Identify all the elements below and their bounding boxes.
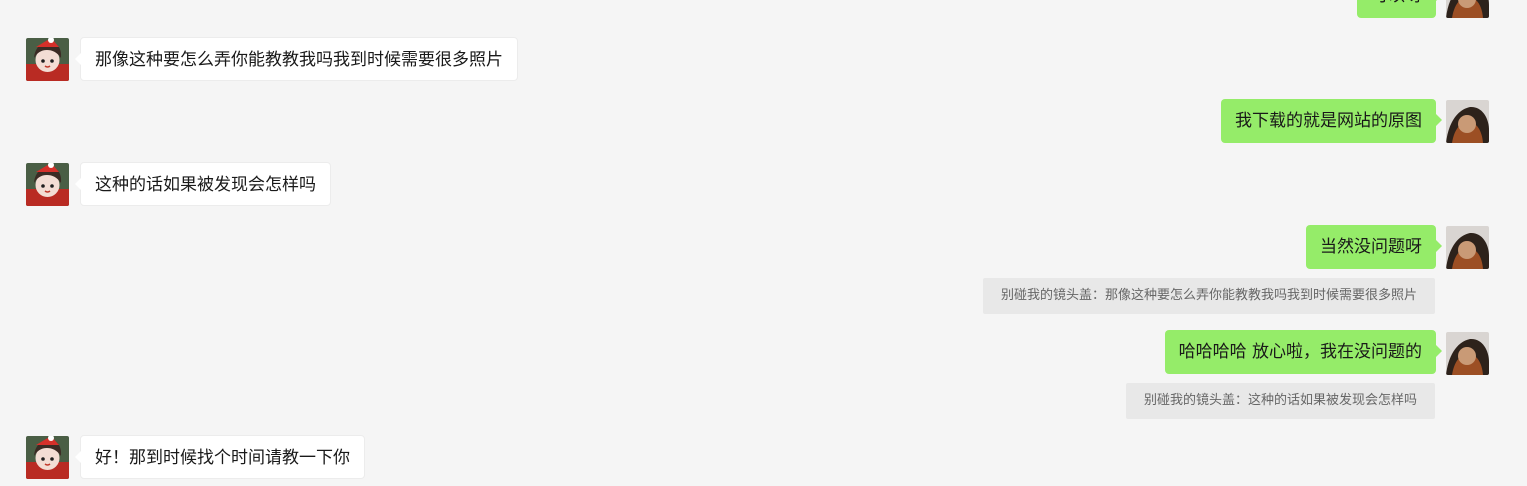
self-avatar-icon[interactable] bbox=[1446, 100, 1489, 143]
message-bubble-incoming[interactable]: 好！那到时候找个时间请教一下你 bbox=[75, 435, 365, 479]
message-bubble-outgoing[interactable]: 可以呀 bbox=[1357, 0, 1442, 18]
message-bubble-incoming[interactable]: 这种的话如果被发现会怎样吗 bbox=[75, 162, 331, 206]
contact-avatar-icon[interactable] bbox=[26, 436, 69, 479]
message-bubble-incoming[interactable]: 那像这种要怎么弄你能教教我吗我到时候需要很多照片 bbox=[75, 37, 518, 81]
message-bubble-outgoing[interactable]: 我下载的就是网站的原图 bbox=[1221, 99, 1442, 143]
chat-message-area: 可以呀 那像这种要怎么弄你能教教我吗我到时候需要很多照片 我下载的就是网站的原图 bbox=[0, 0, 1527, 486]
self-avatar-icon[interactable] bbox=[1446, 226, 1489, 269]
message-bubble-outgoing[interactable]: 哈哈哈哈 放心啦，我在没问题的 bbox=[1164, 330, 1443, 374]
message-bubble-outgoing[interactable]: 当然没问题呀 bbox=[1306, 225, 1442, 269]
quoted-message[interactable]: 别碰我的镜头盖：这种的话如果被发现会怎样吗 bbox=[1125, 383, 1435, 419]
self-avatar-icon[interactable] bbox=[1446, 332, 1489, 375]
quoted-message[interactable]: 别碰我的镜头盖：那像这种要怎么弄你能教教我吗我到时候需要很多照片 bbox=[982, 278, 1435, 314]
contact-avatar-icon[interactable] bbox=[26, 38, 69, 81]
self-avatar-icon[interactable] bbox=[1446, 0, 1489, 18]
contact-avatar-icon[interactable] bbox=[26, 163, 69, 206]
